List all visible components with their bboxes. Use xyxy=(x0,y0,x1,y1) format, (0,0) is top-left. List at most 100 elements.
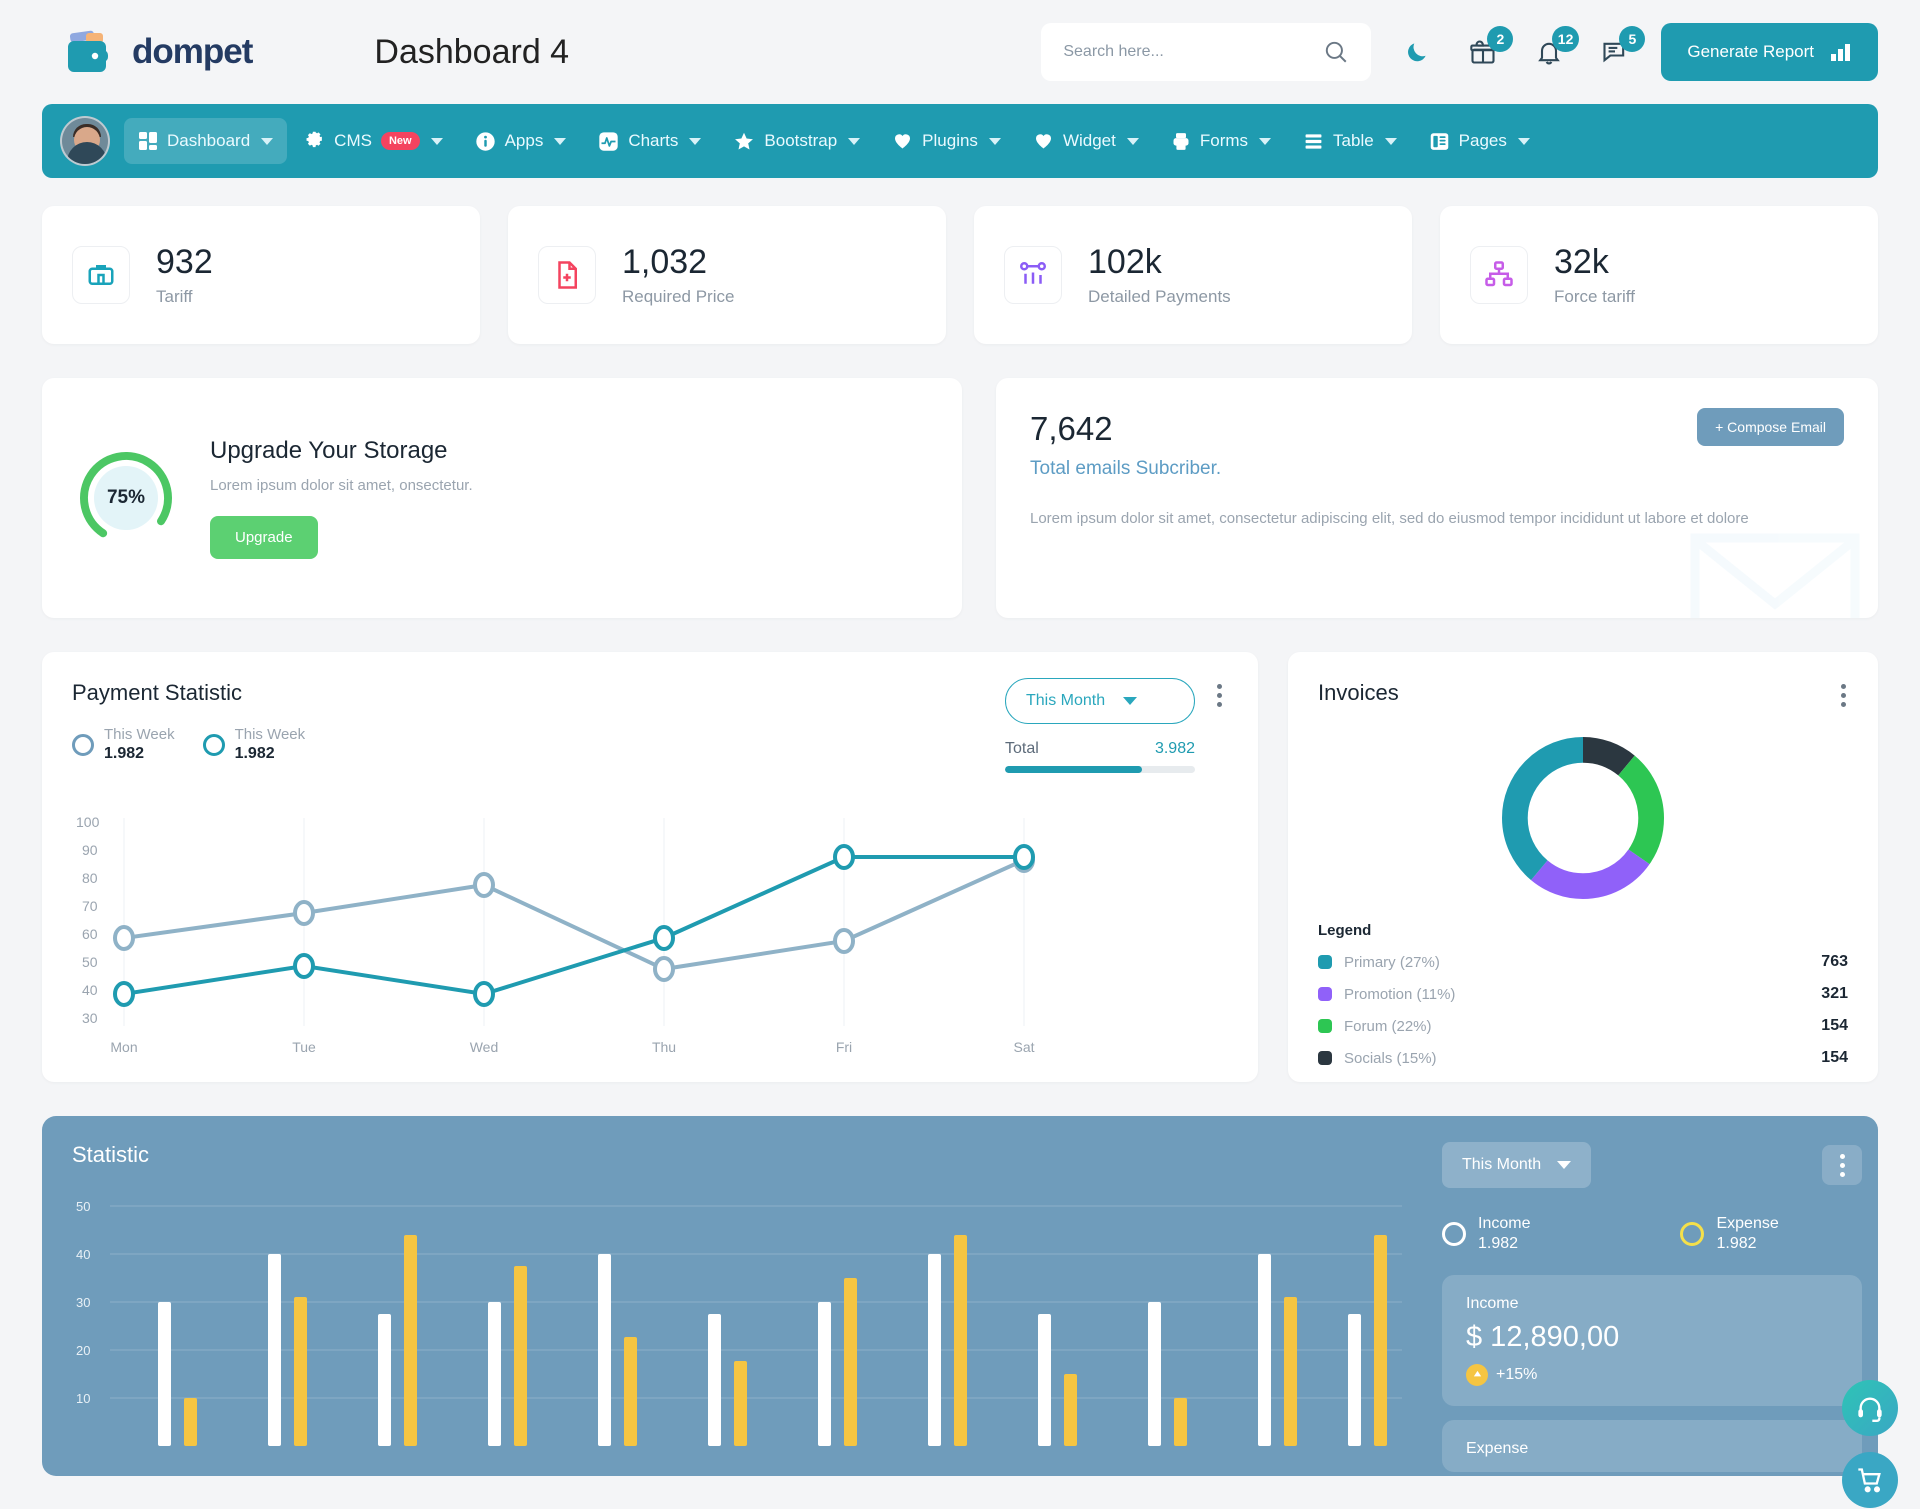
invoices-menu-button[interactable] xyxy=(1835,678,1852,713)
svg-text:100: 100 xyxy=(76,814,100,830)
nav-label: Charts xyxy=(628,131,679,150)
legend-item-expense[interactable]: Expense 1.982 xyxy=(1680,1214,1779,1255)
main-navbar: Dashboard CMS New Apps Charts Bootstrap xyxy=(42,104,1878,178)
file-plus-icon xyxy=(538,246,596,304)
nav-item-dashboard[interactable]: Dashboard xyxy=(124,118,288,164)
app-header: dompet Dashboard 4 2 xyxy=(0,0,1920,104)
network-icon xyxy=(1004,246,1062,304)
svg-text:Thu: Thu xyxy=(652,1039,676,1055)
cart-fab[interactable] xyxy=(1842,1452,1898,1508)
svg-text:30: 30 xyxy=(76,1295,90,1310)
payment-period-select[interactable]: This Month xyxy=(1005,678,1195,724)
invoices-legend-title: Legend xyxy=(1318,922,1372,939)
legend-item[interactable]: This Week 1.982 xyxy=(72,726,175,765)
legend-value: 154 xyxy=(1821,1017,1848,1034)
search-box[interactable] xyxy=(1041,23,1372,81)
upgrade-button[interactable]: Upgrade xyxy=(210,516,318,559)
legend-item-income[interactable]: Income 1.982 xyxy=(1442,1214,1530,1255)
kpi-value: 1,032 xyxy=(622,243,708,282)
upgrade-storage-card: 75% Upgrade Your Storage Lorem ipsum dol… xyxy=(42,378,962,618)
kpi-row: 932 Tariff 1,032 Required Price 102k Det… xyxy=(42,206,1878,344)
nav-label: Pages xyxy=(1458,131,1507,150)
storage-subtitle: Lorem ipsum dolor sit amet, onsectetur. xyxy=(210,477,473,494)
statistic-period-label: This Month xyxy=(1462,1156,1542,1173)
star-icon xyxy=(735,132,754,150)
chevron-down-icon xyxy=(689,137,702,145)
email-subtitle: Total emails Subcriber. xyxy=(1030,458,1222,479)
svg-text:Wed: Wed xyxy=(470,1039,499,1055)
kpi-value: 32k xyxy=(1554,243,1609,282)
svg-text:30: 30 xyxy=(82,1010,98,1026)
storage-progress-ring: 75% xyxy=(76,448,176,548)
kpi-card-tariff[interactable]: 932 Tariff xyxy=(42,206,480,344)
nav-item-bootstrap[interactable]: Bootstrap xyxy=(719,118,874,164)
income-amount: $ 12,890,00 xyxy=(1466,1320,1620,1353)
notifications-button[interactable]: 12 xyxy=(1529,26,1580,72)
nav-item-charts[interactable]: Charts xyxy=(584,118,715,164)
nav-item-pages[interactable]: Pages xyxy=(1415,118,1544,164)
page-title: Dashboard 4 xyxy=(374,32,570,71)
legend-item[interactable]: This Week 1.982 xyxy=(202,726,305,765)
kpi-value: 102k xyxy=(1088,243,1162,282)
payment-menu-button[interactable] xyxy=(1211,678,1228,713)
kpi-label: Tariff xyxy=(156,286,193,306)
expense-label: Expense xyxy=(1466,1439,1529,1457)
support-fab[interactable] xyxy=(1842,1380,1898,1436)
statistic-bar-chart: 50 40 30 20 10 xyxy=(76,1199,1402,1446)
svg-text:Sat: Sat xyxy=(1013,1039,1034,1055)
legend-row[interactable]: Forum (22%) 154 xyxy=(1318,1017,1848,1035)
legend-swatch-icon xyxy=(1318,1051,1332,1065)
headset-icon xyxy=(1858,1397,1882,1422)
nav-label: Bootstrap xyxy=(764,131,838,150)
nav-label: Table xyxy=(1333,131,1374,150)
gifts-button[interactable]: 2 xyxy=(1463,26,1514,72)
brand-name: dompet xyxy=(132,32,253,71)
svg-text:Fri: Fri xyxy=(836,1039,852,1055)
income-change-value: +15% xyxy=(1496,1365,1538,1383)
kpi-card-required-price[interactable]: 1,032 Required Price xyxy=(508,206,946,344)
legend-row[interactable]: Socials (15%) 154 xyxy=(1318,1049,1848,1067)
nav-item-widget[interactable]: Widget xyxy=(1019,118,1153,164)
statistic-side-panel: This Month Income 1.982 Expense 1.982 In… xyxy=(1442,1142,1862,1472)
payment-total-progress xyxy=(1005,766,1195,773)
arrow-up-icon xyxy=(1466,1363,1488,1386)
nav-item-forms[interactable]: Forms xyxy=(1157,118,1285,164)
legend-row[interactable]: Promotion (11%) 321 xyxy=(1318,985,1848,1003)
svg-text:10: 10 xyxy=(76,1391,90,1406)
nav-item-table[interactable]: Table xyxy=(1289,118,1411,164)
compose-email-button[interactable]: + Compose Email xyxy=(1697,408,1844,446)
nav-item-apps[interactable]: Apps xyxy=(461,118,581,164)
statistic-period-select[interactable]: This Month xyxy=(1442,1142,1592,1188)
search-input[interactable] xyxy=(1063,43,1314,61)
svg-text:50: 50 xyxy=(82,954,98,970)
messages-button[interactable]: 5 xyxy=(1595,26,1646,72)
brand-logo[interactable]: dompet xyxy=(62,26,253,78)
kpi-card-force-tariff[interactable]: 32k Force tariff xyxy=(1440,206,1878,344)
legend-name: Expense xyxy=(1716,1215,1779,1232)
nav-label: Dashboard xyxy=(167,131,251,150)
statistic-menu-button[interactable] xyxy=(1822,1145,1862,1185)
legend-row[interactable]: Primary (27%) 763 xyxy=(1318,953,1848,971)
chevron-down-icon xyxy=(988,137,1001,145)
svg-text:70: 70 xyxy=(82,898,98,914)
generate-report-button[interactable]: Generate Report xyxy=(1661,23,1878,81)
notification-badge: 12 xyxy=(1551,26,1580,52)
list-icon xyxy=(1305,133,1322,149)
svg-text:80: 80 xyxy=(82,870,98,886)
legend-swatch-icon xyxy=(1318,955,1332,969)
total-label: Total xyxy=(1005,740,1039,757)
chevron-down-icon xyxy=(554,137,567,145)
storage-percent: 75% xyxy=(106,487,146,508)
moon-icon[interactable] xyxy=(1404,39,1430,65)
legend-circle-icon xyxy=(1442,1222,1466,1247)
search-icon[interactable] xyxy=(1323,39,1349,65)
sitemap-icon xyxy=(1470,246,1528,304)
wallet-icon xyxy=(62,26,118,78)
nav-item-cms[interactable]: CMS New xyxy=(291,118,456,164)
nav-item-plugins[interactable]: Plugins xyxy=(878,118,1015,164)
dark-mode-toggle[interactable] xyxy=(1397,32,1437,72)
invoices-card: Invoices Legend Primary (27%) 763 Promot… xyxy=(1288,652,1878,1082)
user-avatar[interactable] xyxy=(60,116,110,166)
svg-text:Tue: Tue xyxy=(292,1039,316,1055)
kpi-card-detailed-payments[interactable]: 102k Detailed Payments xyxy=(974,206,1412,344)
